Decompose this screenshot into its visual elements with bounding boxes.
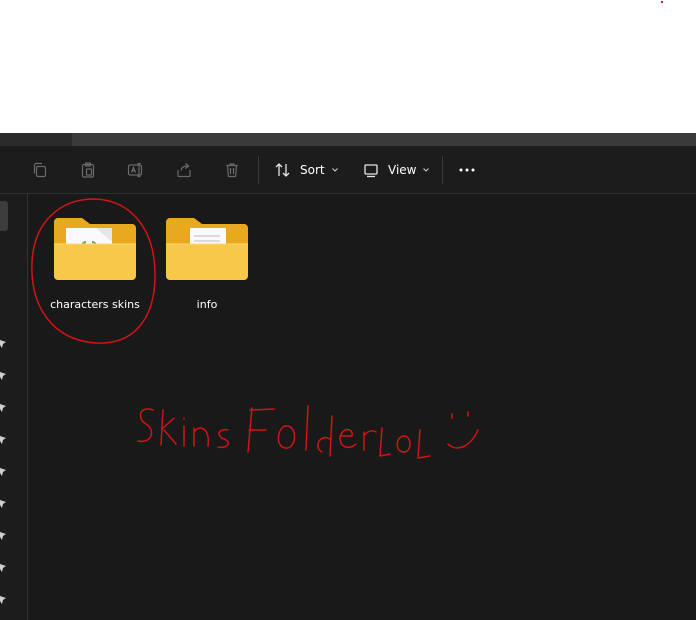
copy-icon[interactable] — [31, 161, 49, 179]
folder-label: characters skins — [50, 298, 140, 311]
folder-label: info — [196, 298, 218, 311]
view-icon — [364, 164, 378, 178]
sort-icon — [275, 163, 290, 177]
file-list-area: characters skins info — [0, 194, 696, 620]
pin-icon — [0, 564, 6, 572]
pin-icon — [0, 500, 6, 508]
folder-item-info[interactable]: info — [152, 212, 262, 312]
folder-icon — [54, 218, 136, 280]
delete-icon[interactable] — [223, 161, 241, 179]
screenshot-root: Sort View characters skins info — [0, 0, 696, 620]
pin-icon — [0, 436, 6, 444]
navigation-scrollbar[interactable] — [0, 201, 8, 231]
chevron-down-icon — [423, 168, 430, 172]
sort-button[interactable]: Sort — [274, 159, 339, 181]
pin-icon — [0, 596, 6, 604]
folder-item-characters-skins[interactable]: characters skins — [40, 212, 150, 312]
view-button[interactable]: View — [362, 159, 430, 181]
window-tab-strip[interactable] — [72, 133, 696, 146]
pin-icon — [0, 372, 6, 380]
folder-icon — [166, 218, 248, 280]
share-icon[interactable] — [175, 161, 193, 179]
toolbar-separator — [442, 156, 443, 184]
navigation-pane — [0, 194, 28, 620]
window-titlebar — [0, 133, 696, 146]
command-bar: Sort View — [0, 146, 696, 194]
rename-icon[interactable] — [127, 161, 145, 179]
white-area — [0, 0, 696, 133]
pin-icon — [0, 468, 6, 476]
view-label: View — [388, 163, 417, 177]
pin-icon — [0, 404, 6, 412]
pin-icon — [0, 532, 6, 540]
more-options-icon[interactable] — [458, 161, 476, 179]
toolbar-separator — [258, 156, 259, 184]
pin-icon — [0, 340, 6, 348]
chevron-down-icon — [331, 168, 338, 172]
sort-label: Sort — [300, 163, 325, 177]
paste-icon[interactable] — [79, 161, 97, 179]
red-dot-mark — [661, 1, 663, 3]
